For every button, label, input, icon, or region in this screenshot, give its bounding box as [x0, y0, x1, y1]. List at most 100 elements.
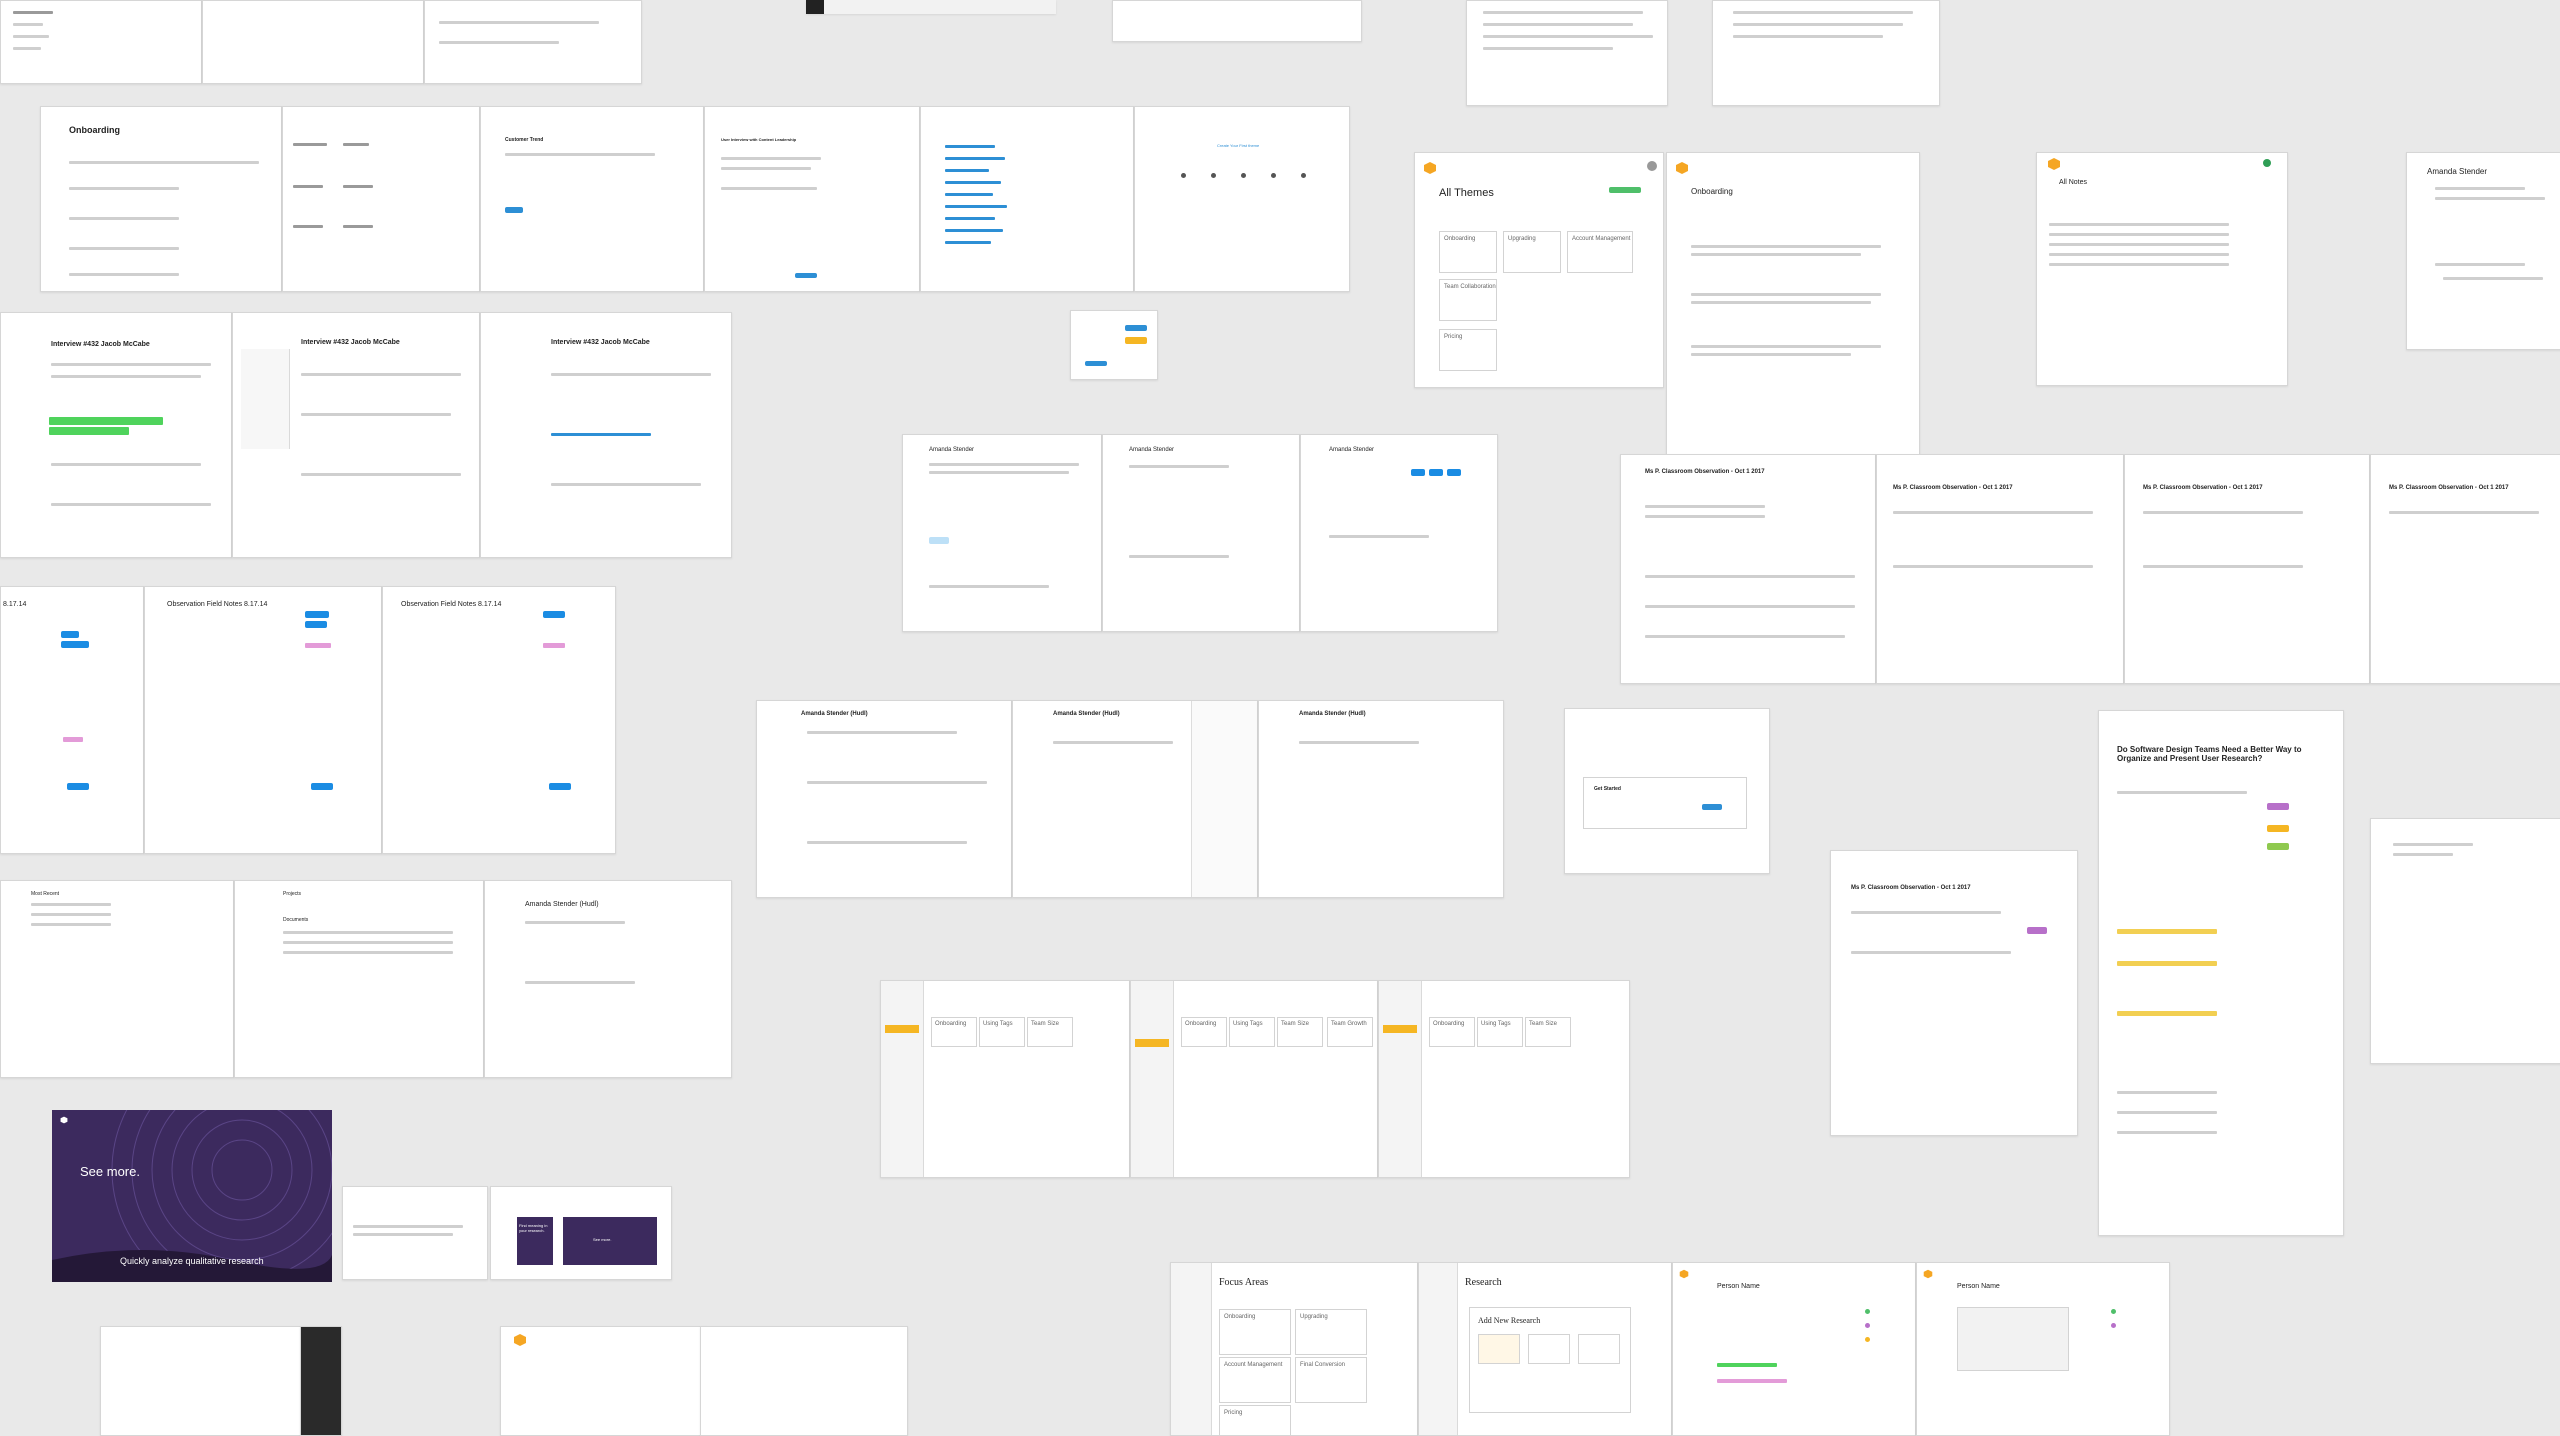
theme-card[interactable]: Upgrading — [1295, 1309, 1367, 1355]
tag[interactable] — [61, 641, 89, 648]
table-row[interactable] — [283, 941, 453, 944]
list-row[interactable] — [2117, 1131, 2217, 1134]
tag[interactable] — [305, 611, 329, 618]
template-icon[interactable] — [1271, 173, 1276, 178]
list-item[interactable] — [13, 47, 41, 50]
tag[interactable] — [305, 621, 327, 628]
theme-card[interactable]: Using Tags — [979, 1017, 1025, 1047]
tag[interactable] — [1429, 469, 1443, 476]
template-icon[interactable] — [1181, 173, 1186, 178]
list-row[interactable] — [2117, 1111, 2217, 1114]
sidebar-item-active[interactable] — [1383, 1025, 1417, 1033]
new-theme-button[interactable] — [1609, 187, 1641, 193]
theme-card[interactable]: Onboarding — [1439, 231, 1497, 273]
promo-card[interactable]: Find meaning in your research. — [517, 1217, 553, 1265]
theme-card[interactable]: Upgrading — [1503, 231, 1561, 273]
table-row[interactable] — [2049, 243, 2229, 246]
field[interactable] — [505, 153, 655, 156]
tag[interactable] — [61, 631, 79, 638]
list-item[interactable] — [13, 35, 49, 38]
theme-card[interactable]: Team Size — [1027, 1017, 1073, 1047]
theme-card[interactable]: Pricing — [1439, 329, 1497, 371]
linked-text[interactable] — [551, 433, 651, 436]
table-row[interactable] — [2049, 253, 2229, 256]
research-type-option[interactable] — [1478, 1334, 1520, 1364]
list-link[interactable] — [945, 217, 995, 220]
sidebar-item-active[interactable] — [1135, 1039, 1169, 1047]
tag[interactable] — [549, 783, 571, 790]
list-link[interactable] — [945, 229, 1003, 232]
table-row[interactable] — [2049, 233, 2229, 236]
highlight[interactable] — [2117, 929, 2217, 934]
tag-label[interactable] — [343, 185, 373, 188]
theme-card[interactable]: Account Management — [1219, 1357, 1291, 1403]
tag-label[interactable] — [293, 143, 327, 146]
theme-card[interactable]: Team Collaboration — [1439, 279, 1497, 321]
tag-label[interactable] — [293, 185, 323, 188]
list-item[interactable] — [31, 923, 111, 926]
table-row[interactable] — [2049, 263, 2229, 266]
avatar[interactable] — [2263, 159, 2271, 167]
list-link[interactable] — [945, 181, 1001, 184]
tag[interactable] — [1447, 469, 1461, 476]
tag-dot[interactable] — [2111, 1309, 2116, 1314]
tag[interactable] — [311, 783, 333, 790]
template-icon[interactable] — [1211, 173, 1216, 178]
table-row[interactable] — [283, 931, 453, 934]
theme-card[interactable]: Onboarding — [1181, 1017, 1227, 1047]
avatar[interactable] — [1647, 161, 1657, 171]
theme-card[interactable]: Using Tags — [1477, 1017, 1523, 1047]
highlight[interactable] — [305, 643, 331, 648]
research-type-option[interactable] — [1528, 1334, 1570, 1364]
tag-dot[interactable] — [1865, 1309, 1870, 1314]
popover-tag[interactable] — [1125, 337, 1147, 344]
promo-card[interactable]: See more. — [563, 1217, 657, 1265]
template-icon[interactable] — [1241, 173, 1246, 178]
tag[interactable] — [929, 537, 949, 544]
tag-label[interactable] — [343, 143, 369, 146]
tag-dot[interactable] — [1865, 1337, 1870, 1342]
list-link[interactable] — [945, 241, 991, 244]
highlight[interactable] — [2117, 1011, 2217, 1016]
video-player[interactable] — [1957, 1307, 2069, 1371]
list-item[interactable] — [31, 913, 111, 916]
tag[interactable] — [1411, 469, 1425, 476]
theme-card[interactable]: Onboarding — [1429, 1017, 1475, 1047]
list-link[interactable] — [945, 193, 993, 196]
done-button[interactable] — [795, 273, 817, 278]
tag[interactable] — [67, 783, 89, 790]
tag-dot[interactable] — [1865, 1323, 1870, 1328]
tag-label[interactable] — [293, 225, 323, 228]
highlight[interactable] — [2117, 961, 2217, 966]
popover-button[interactable] — [1085, 361, 1107, 366]
theme-card[interactable]: Account Management — [1567, 231, 1633, 273]
template-icon[interactable] — [1301, 173, 1306, 178]
popover-button[interactable] — [1125, 325, 1147, 331]
highlighted-text[interactable] — [49, 427, 129, 435]
highlight[interactable] — [63, 737, 83, 742]
tag[interactable] — [2267, 843, 2289, 850]
theme-card[interactable]: Team Size — [1525, 1017, 1571, 1047]
tag[interactable] — [543, 611, 565, 618]
highlighted-text[interactable] — [1717, 1363, 1777, 1367]
theme-card[interactable]: Pricing — [1219, 1405, 1291, 1435]
list-item[interactable] — [13, 23, 43, 26]
list-link[interactable] — [945, 169, 989, 172]
table-row[interactable] — [283, 951, 453, 954]
tag-label[interactable] — [343, 225, 373, 228]
theme-card[interactable]: Onboarding — [1219, 1309, 1291, 1355]
list-link[interactable] — [945, 157, 1005, 160]
theme-card[interactable]: Team Size — [1277, 1017, 1323, 1047]
tag[interactable] — [2267, 825, 2289, 832]
list-row[interactable] — [2117, 1091, 2217, 1094]
theme-card[interactable]: Using Tags — [1229, 1017, 1275, 1047]
list-item[interactable] — [31, 903, 111, 906]
highlighted-text[interactable] — [1717, 1379, 1787, 1383]
list-link[interactable] — [945, 145, 995, 148]
theme-card[interactable]: Team Growth — [1327, 1017, 1373, 1047]
list-item[interactable] — [13, 11, 53, 14]
list-link[interactable] — [945, 205, 1007, 208]
theme-card[interactable]: Final Conversion — [1295, 1357, 1367, 1403]
highlighted-text[interactable] — [49, 417, 163, 425]
sidebar-item-active[interactable] — [885, 1025, 919, 1033]
